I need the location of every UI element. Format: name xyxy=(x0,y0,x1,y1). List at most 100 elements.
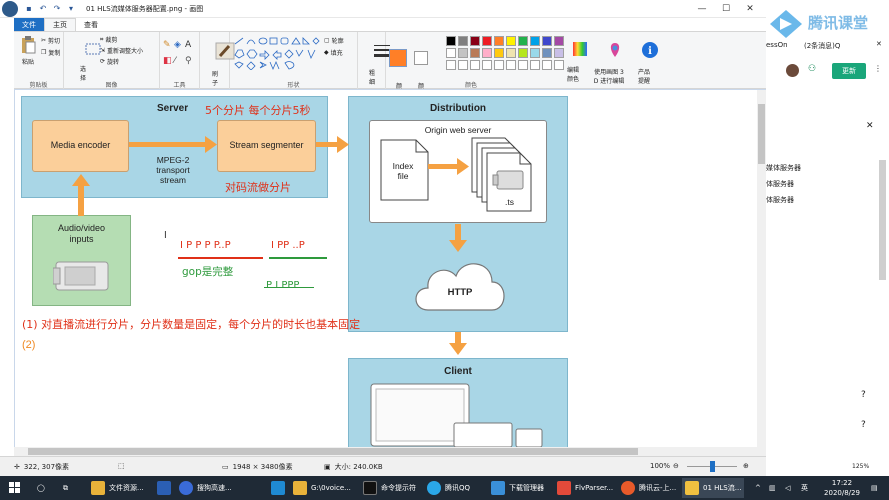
task-view-icon[interactable]: ⧉ xyxy=(60,478,71,498)
tray-ime-icon[interactable]: 英 xyxy=(798,478,811,498)
text-icon[interactable]: A xyxy=(185,40,191,50)
tab-home[interactable]: 主页 xyxy=(44,18,76,31)
shapes-group: ▢ 轮廓 ◆ 填充 形状 xyxy=(230,32,358,90)
browser-tab-2[interactable]: (2条消息)Q xyxy=(804,41,840,51)
vertical-scroll-thumb[interactable] xyxy=(758,104,765,164)
side-item-2[interactable]: 体服务器 xyxy=(766,179,794,189)
palette-swatch[interactable] xyxy=(470,36,480,46)
help-icon-1[interactable]: ? xyxy=(861,390,866,400)
minimize-button[interactable]: — xyxy=(690,0,714,18)
search-icon[interactable]: ◯ xyxy=(34,478,48,498)
palette-swatch[interactable] xyxy=(518,48,528,58)
palette-swatch[interactable] xyxy=(482,48,492,58)
taskbar-explorer[interactable]: 文件资源... xyxy=(88,478,147,498)
custom-color-slot[interactable] xyxy=(506,60,516,70)
palette-swatch[interactable] xyxy=(470,48,480,58)
maximize-button[interactable]: ☐ xyxy=(714,0,738,18)
horizontal-scroll-thumb[interactable] xyxy=(28,448,638,455)
quick-access-toolbar: ▪ ↶ ↷ ▾ xyxy=(24,4,76,14)
taskbar-flvparser[interactable]: FlvParser... xyxy=(554,478,616,498)
browser-tab-1[interactable]: essOn xyxy=(766,41,788,49)
palette-swatch[interactable] xyxy=(530,36,540,46)
taskbar-qq[interactable]: 腾讯QQ xyxy=(424,478,473,498)
palette-swatch[interactable] xyxy=(494,36,504,46)
palette-swatch[interactable] xyxy=(446,36,456,46)
save-icon[interactable]: ▪ xyxy=(24,4,34,14)
zoom-indicator: 125% xyxy=(852,463,870,470)
resize-button[interactable]: ⇲ 重新调整大小 xyxy=(100,46,143,55)
taskbar-vscode[interactable] xyxy=(268,478,288,498)
drawing-canvas[interactable]: Server 5个分片 每个分片5秒 Media encoder Stream … xyxy=(15,90,757,447)
pencil-icon[interactable]: ✎ xyxy=(163,40,171,50)
custom-color-slot[interactable] xyxy=(530,60,540,70)
copy-button[interactable]: ❐ 复制 xyxy=(41,48,60,57)
palette-swatch[interactable] xyxy=(458,36,468,46)
download-icon xyxy=(491,481,505,495)
fill-shape-button[interactable]: ◆ 填充 xyxy=(324,48,343,57)
custom-color-slot[interactable] xyxy=(458,60,468,70)
custom-color-slot[interactable] xyxy=(494,60,504,70)
custom-color-slot[interactable] xyxy=(518,60,528,70)
taskbar-download[interactable]: 下载管理器 xyxy=(488,478,547,498)
custom-color-slot[interactable] xyxy=(482,60,492,70)
taskbar-sogou[interactable]: 搜狗高速... xyxy=(176,478,235,498)
side-scrollbar[interactable] xyxy=(879,160,886,280)
taskbar-cmd[interactable]: 命令提示符 xyxy=(360,478,419,498)
customize-icon[interactable]: ▾ xyxy=(66,4,76,14)
palette-swatch[interactable] xyxy=(542,48,552,58)
update-button[interactable]: 更新 xyxy=(832,63,866,79)
palette-swatch[interactable] xyxy=(542,36,552,46)
notification-icon[interactable]: ▤ xyxy=(868,478,881,498)
avatar[interactable] xyxy=(786,64,799,77)
magnifier-icon[interactable]: ⚲ xyxy=(185,56,192,66)
palette-swatch[interactable] xyxy=(494,48,504,58)
palette-swatch[interactable] xyxy=(518,36,528,46)
palette-swatch[interactable] xyxy=(446,48,456,58)
paste-button[interactable]: 粘贴 xyxy=(18,35,38,66)
add-user-icon[interactable]: ⚇ xyxy=(808,64,816,74)
outline-button[interactable]: ▢ 轮廓 xyxy=(324,36,344,45)
zoom-out-button[interactable]: ⊖ xyxy=(673,462,679,470)
palette-swatch[interactable] xyxy=(482,36,492,46)
custom-color-slot[interactable] xyxy=(542,60,552,70)
tab-view[interactable]: 查看 xyxy=(76,18,106,31)
zoom-slider-thumb[interactable] xyxy=(710,461,715,472)
side-item-1[interactable]: 媒体服务器 xyxy=(766,163,801,173)
redo-icon[interactable]: ↷ xyxy=(52,4,62,14)
tray-chevron-icon[interactable]: ^ xyxy=(752,478,764,498)
custom-color-slot[interactable] xyxy=(470,60,480,70)
crop-button[interactable]: ⌗ 裁剪 xyxy=(100,35,117,45)
taskbar-tencent-cloud[interactable]: 腾讯云-上... xyxy=(618,478,679,498)
system-clock[interactable]: 17:22 2020/8/29 xyxy=(820,478,864,498)
vertical-scrollbar[interactable] xyxy=(757,90,766,447)
taskbar-paint[interactable]: 01 HLS流... xyxy=(682,478,745,498)
palette-swatch[interactable] xyxy=(506,36,516,46)
zoom-in-button[interactable]: ⊕ xyxy=(743,462,749,470)
custom-color-slot[interactable] xyxy=(446,60,456,70)
cut-button[interactable]: ✂ 剪切 xyxy=(41,36,60,45)
tray-network-icon[interactable]: ▥ xyxy=(766,478,779,498)
close-button[interactable]: ✕ xyxy=(738,0,762,18)
help-icon-2[interactable]: ? xyxy=(861,420,866,430)
horizontal-scrollbar[interactable] xyxy=(14,447,766,456)
fill-icon[interactable]: ◈ xyxy=(174,40,181,50)
side-item-3[interactable]: 体服务器 xyxy=(766,195,794,205)
undo-icon[interactable]: ↶ xyxy=(38,4,48,14)
edit-colors-button[interactable]: 编辑 颜色 xyxy=(562,35,588,97)
tab-file[interactable]: 文件 xyxy=(14,18,44,31)
shapes-gallery[interactable] xyxy=(233,36,321,70)
more-icon[interactable]: ⋮ xyxy=(874,64,882,73)
taskbar-folder[interactable]: G:\0voice... xyxy=(290,478,354,498)
palette-swatch[interactable] xyxy=(506,48,516,58)
color-picker-icon[interactable]: ⁄ xyxy=(174,56,176,66)
gop-sequence-2: I PP ..P xyxy=(271,240,305,251)
tab-close-icon[interactable]: ✕ xyxy=(876,40,882,48)
tray-volume-icon[interactable]: ◁ xyxy=(782,478,793,498)
panel-close-icon[interactable]: ✕ xyxy=(866,121,874,131)
windows-start-icon[interactable] xyxy=(6,478,24,498)
eraser-icon[interactable]: ◧ xyxy=(163,56,172,66)
taskbar-word[interactable] xyxy=(154,478,174,498)
palette-swatch[interactable] xyxy=(530,48,540,58)
rotate-button[interactable]: ⟳ 旋转 xyxy=(100,57,119,66)
palette-swatch[interactable] xyxy=(458,48,468,58)
